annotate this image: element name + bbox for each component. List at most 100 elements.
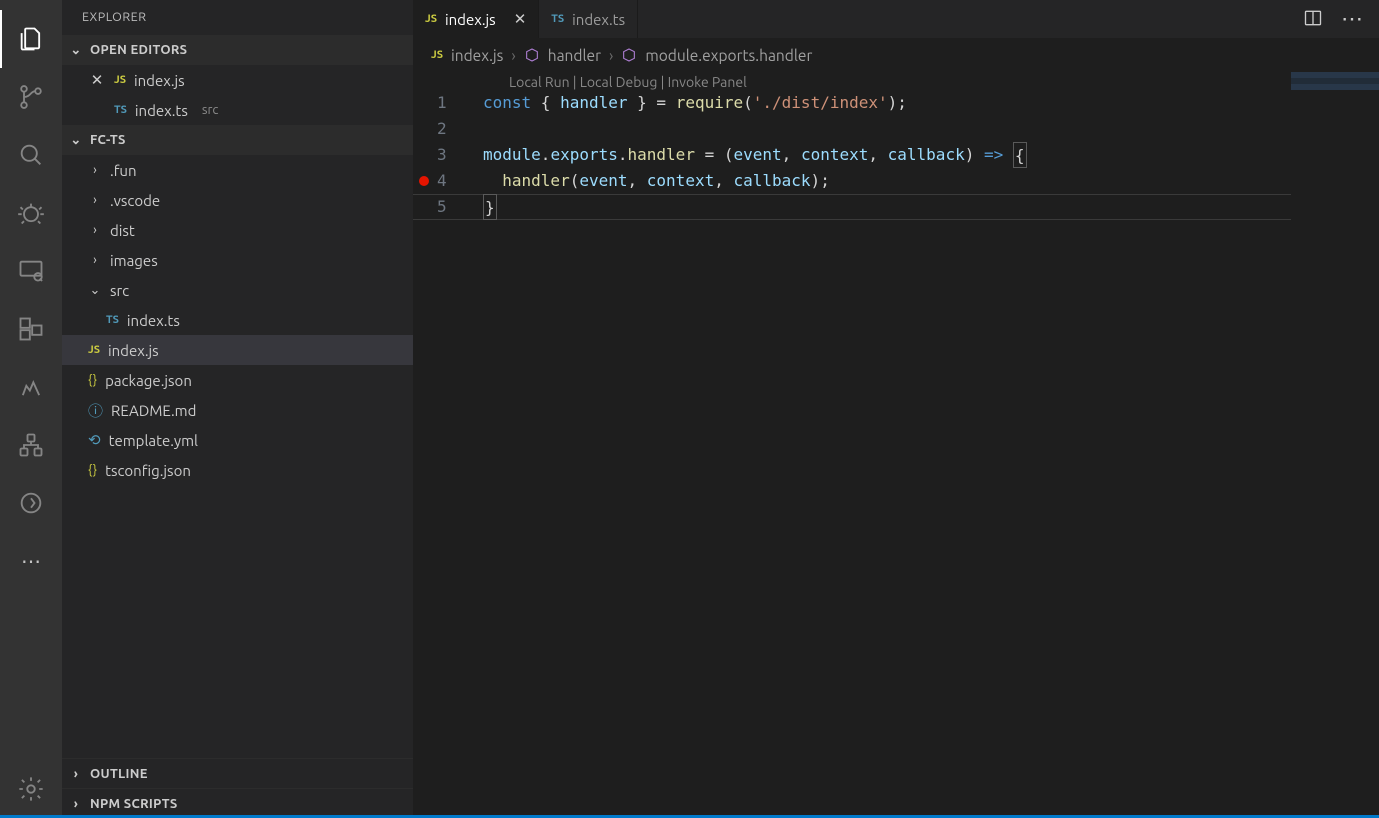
project-header-label: FC-TS: [90, 133, 126, 147]
extensions-icon: [17, 315, 45, 343]
breakpoint-icon[interactable]: [419, 176, 429, 186]
activity-explorer[interactable]: [0, 10, 62, 68]
file-info-icon: ⓘ: [88, 400, 103, 421]
folder-images[interactable]: ›images: [62, 245, 413, 275]
activity-gitlens[interactable]: [0, 358, 62, 416]
breadcrumb-handler[interactable]: handler: [548, 47, 601, 64]
line-number: 1: [437, 90, 469, 116]
file-template[interactable]: ⟲ template.yml: [62, 425, 413, 455]
npm-scripts-header-label: NPM SCRIPTS: [90, 797, 178, 811]
folder-src[interactable]: ⌄ src: [62, 275, 413, 305]
project-header[interactable]: ⌄ FC-TS: [62, 125, 413, 155]
chevron-right-icon: ›: [68, 767, 84, 781]
line-number: 3: [437, 142, 469, 168]
file-yml-icon: ⟲: [88, 431, 101, 449]
editor-area: JS index.js ✕ TS index.ts ⋯ JS index.js …: [413, 0, 1379, 818]
remote-icon: [17, 257, 45, 285]
breadcrumb-module-exports[interactable]: module.exports.handler: [645, 47, 812, 64]
breadcrumb-file[interactable]: index.js: [451, 47, 503, 64]
open-editor-label: index.js: [134, 72, 185, 89]
folder-label: images: [110, 252, 158, 269]
gitlens-icon: [17, 373, 45, 401]
tab-bar: JS index.js ✕ TS index.ts ⋯: [413, 0, 1379, 38]
breadcrumbs[interactable]: JS index.js › handler › module.exports.h…: [413, 38, 1379, 72]
tab-label: index.js: [445, 11, 496, 28]
code-text[interactable]: const { handler } = require('./dist/inde…: [483, 90, 1379, 818]
file-readme[interactable]: ⓘ README.md: [62, 395, 413, 425]
file-ts-icon: TS: [114, 104, 127, 116]
activity-settings[interactable]: [0, 760, 62, 818]
file-label: index.js: [108, 342, 159, 359]
file-tree: ›.fun › .vscode ›dist ›images ⌄ src TSinde…: [62, 155, 413, 485]
file-label: template.yml: [109, 432, 198, 449]
open-editors-header[interactable]: ⌄ OPEN EDITORS: [62, 35, 413, 65]
activity-more[interactable]: ⋯: [0, 532, 62, 590]
file-label: tsconfig.json: [105, 462, 191, 479]
chevron-down-icon: ⌄: [68, 43, 84, 58]
folder-label: .vscode: [110, 192, 160, 209]
circle-arrow-icon: [17, 489, 45, 517]
search-icon: [17, 141, 45, 169]
file-label: README.md: [111, 402, 196, 419]
open-editor-item[interactable]: ✕ JS index.js: [62, 65, 413, 95]
file-js-icon: JS: [431, 49, 443, 61]
activity-aliyun[interactable]: [0, 416, 62, 474]
folder-label: src: [110, 282, 129, 299]
close-icon[interactable]: ✕: [88, 71, 106, 89]
sidebar: EXPLORER ⌄ OPEN EDITORS ✕ JS index.js ✕ …: [62, 0, 413, 818]
line-number: 2: [437, 116, 469, 142]
open-editor-label: index.ts: [135, 102, 188, 119]
folder-dist[interactable]: ›dist: [62, 215, 413, 245]
tab-label: index.ts: [572, 11, 625, 28]
folder-vscode[interactable]: › .vscode: [62, 185, 413, 215]
file-js-icon: JS: [114, 74, 126, 86]
activity-circle[interactable]: [0, 474, 62, 532]
files-icon: [17, 25, 45, 53]
file-label: index.ts: [127, 312, 180, 329]
activity-bar: ⋯: [0, 0, 62, 818]
activity-debug[interactable]: [0, 184, 62, 242]
bug-icon: [17, 199, 45, 227]
activity-remote[interactable]: [0, 242, 62, 300]
file-js-icon: JS: [425, 13, 437, 25]
symbol-module-icon: [621, 47, 637, 63]
file-tsconfig[interactable]: {} tsconfig.json: [62, 455, 413, 485]
chevron-down-icon: ⌄: [88, 283, 102, 298]
activity-search[interactable]: [0, 126, 62, 184]
fc-icon: [17, 431, 45, 459]
file-indexjs[interactable]: JS index.js: [62, 335, 413, 365]
tab-actions: ⋯: [1287, 0, 1379, 38]
chevron-right-icon: ›: [68, 797, 84, 811]
tab-indexjs[interactable]: JS index.js ✕: [413, 0, 539, 38]
code-editor[interactable]: 1 2 3 4 5 const { handler } = require('.…: [413, 90, 1379, 818]
chevron-right-icon: ›: [609, 47, 613, 64]
split-editor-icon[interactable]: [1303, 8, 1323, 31]
open-editor-item[interactable]: ✕ TS index.ts src: [62, 95, 413, 125]
outline-header[interactable]: › OUTLINE: [62, 758, 413, 788]
open-editor-dir: src: [202, 103, 219, 117]
more-actions-icon[interactable]: ⋯: [1341, 6, 1363, 32]
chevron-right-icon: ›: [88, 193, 102, 207]
gear-icon: [17, 775, 45, 803]
activity-extensions[interactable]: [0, 300, 62, 358]
file-json-icon: {}: [88, 463, 97, 477]
outline-header-label: OUTLINE: [90, 767, 148, 781]
open-editors-list: ✕ JS index.js ✕ TS index.ts src: [62, 65, 413, 125]
line-number: 4: [437, 168, 469, 194]
file-label: package.json: [105, 372, 192, 389]
file-js-icon: JS: [88, 344, 100, 356]
file-packagejson[interactable]: {}package.json: [62, 365, 413, 395]
ellipsis-icon: ⋯: [21, 549, 41, 573]
file-src-indexts[interactable]: TSindex.ts: [62, 305, 413, 335]
chevron-down-icon: ⌄: [68, 133, 84, 148]
minimap[interactable]: [1291, 72, 1379, 112]
tab-close-icon[interactable]: ✕: [514, 10, 527, 28]
branch-icon: [17, 83, 45, 111]
code-lens[interactable]: Local Run | Local Debug | Invoke Panel: [413, 74, 1379, 90]
npm-scripts-header[interactable]: › NPM SCRIPTS: [62, 788, 413, 818]
folder-fun[interactable]: ›.fun: [62, 155, 413, 185]
activity-scm[interactable]: [0, 68, 62, 126]
folder-label: dist: [110, 222, 135, 239]
chevron-right-icon: ›: [511, 47, 515, 64]
tab-indexts[interactable]: TS index.ts: [539, 0, 638, 38]
